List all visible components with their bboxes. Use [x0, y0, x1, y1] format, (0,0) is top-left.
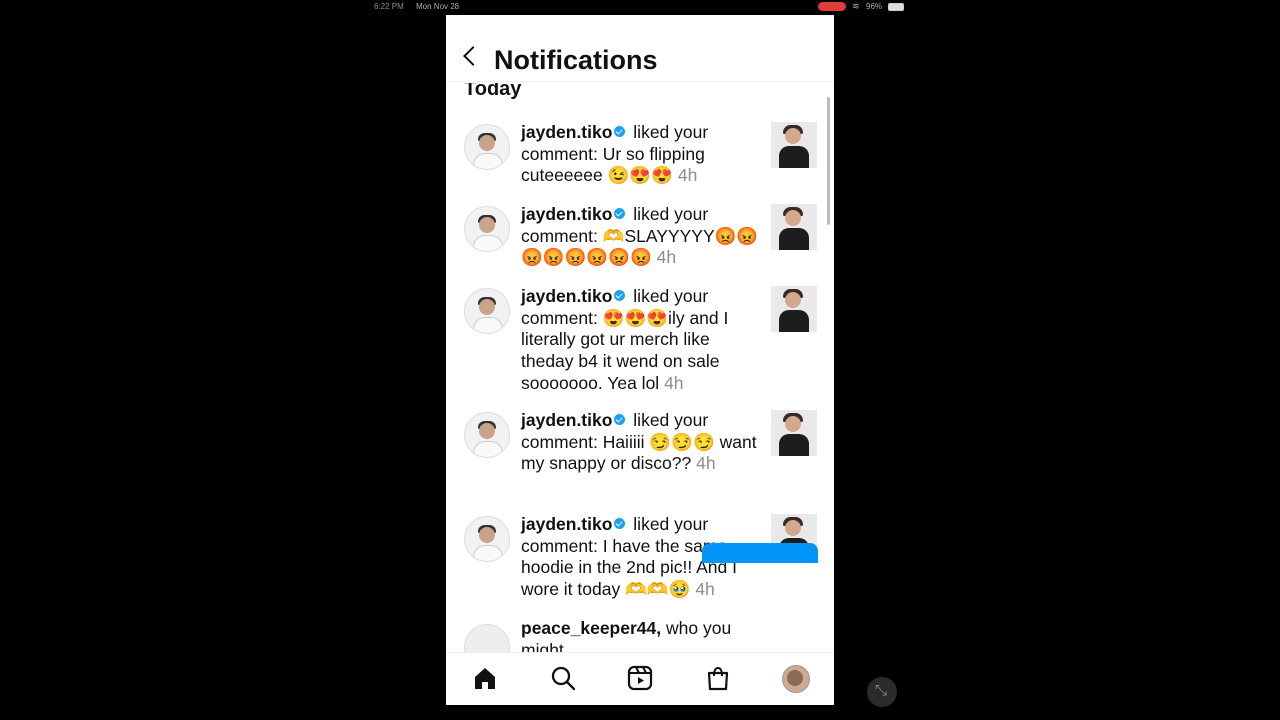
battery-icon — [888, 3, 904, 11]
home-icon[interactable] — [472, 665, 498, 691]
notification-text: jayden.tiko liked your comment: 😍😍😍ily a… — [521, 286, 761, 395]
notification-list: jayden.tiko liked your comment: Ur so fl… — [446, 120, 834, 653]
username[interactable]: jayden.tiko — [521, 204, 612, 224]
avatar[interactable] — [464, 624, 510, 653]
page-title: Notifications — [494, 45, 658, 75]
verified-badge-icon — [614, 126, 626, 137]
username[interactable]: peace_keeper44, — [521, 618, 661, 638]
timestamp: 4h — [677, 165, 698, 186]
avatar[interactable] — [464, 124, 510, 170]
profile-avatar[interactable] — [782, 665, 810, 693]
verified-badge-icon — [614, 414, 626, 425]
post-thumbnail[interactable] — [771, 122, 817, 168]
notification-text: jayden.tiko liked your comment: Haiiiii … — [521, 410, 761, 475]
status-date: Mon Nov 28 — [416, 2, 460, 11]
username[interactable]: jayden.tiko — [521, 122, 612, 142]
avatar[interactable] — [464, 412, 510, 458]
avatar[interactable] — [464, 206, 510, 252]
notification-text: jayden.tiko liked your comment: 🫶SLAYYYY… — [521, 204, 761, 269]
timestamp: 4h — [664, 372, 684, 393]
wifi-icon: ≋ — [852, 1, 860, 11]
avatar[interactable] — [464, 516, 510, 562]
shop-icon[interactable] — [705, 665, 731, 691]
username[interactable]: jayden.tiko — [521, 410, 612, 430]
recording-indicator — [818, 2, 846, 11]
post-thumbnail[interactable] — [771, 204, 817, 250]
avatar[interactable] — [464, 288, 510, 334]
notification-text: peace_keeper44, who you might — [521, 618, 761, 653]
post-thumbnail[interactable] — [771, 410, 817, 456]
timestamp: 4h — [656, 247, 677, 268]
battery-percent: 96% — [866, 2, 883, 11]
verified-badge-icon — [614, 208, 626, 219]
app-window: Notifications Today jayden.tiko liked yo… — [446, 15, 834, 705]
username[interactable]: jayden.tiko — [521, 514, 612, 534]
back-chevron-icon[interactable] — [463, 46, 483, 66]
post-thumbnail[interactable] — [771, 286, 817, 332]
header-divider — [446, 81, 834, 82]
timestamp: 4h — [695, 579, 715, 600]
search-icon[interactable] — [550, 665, 576, 691]
system-status-bar: 6:22 PM Mon Nov 28 ≋ 96% — [368, 0, 908, 14]
collapse-icon[interactable] — [867, 677, 897, 707]
notification-text: jayden.tiko liked your comment: Ur so fl… — [521, 122, 761, 187]
verified-badge-icon — [614, 518, 626, 529]
verified-badge-icon — [614, 290, 626, 301]
header: Notifications — [446, 15, 834, 83]
follow-button[interactable] — [702, 543, 818, 563]
reels-icon[interactable] — [627, 665, 653, 691]
username[interactable]: jayden.tiko — [521, 286, 612, 306]
timestamp: 4h — [696, 453, 716, 474]
bottom-tab-bar — [446, 652, 834, 705]
status-time: 6:22 PM — [374, 2, 404, 11]
